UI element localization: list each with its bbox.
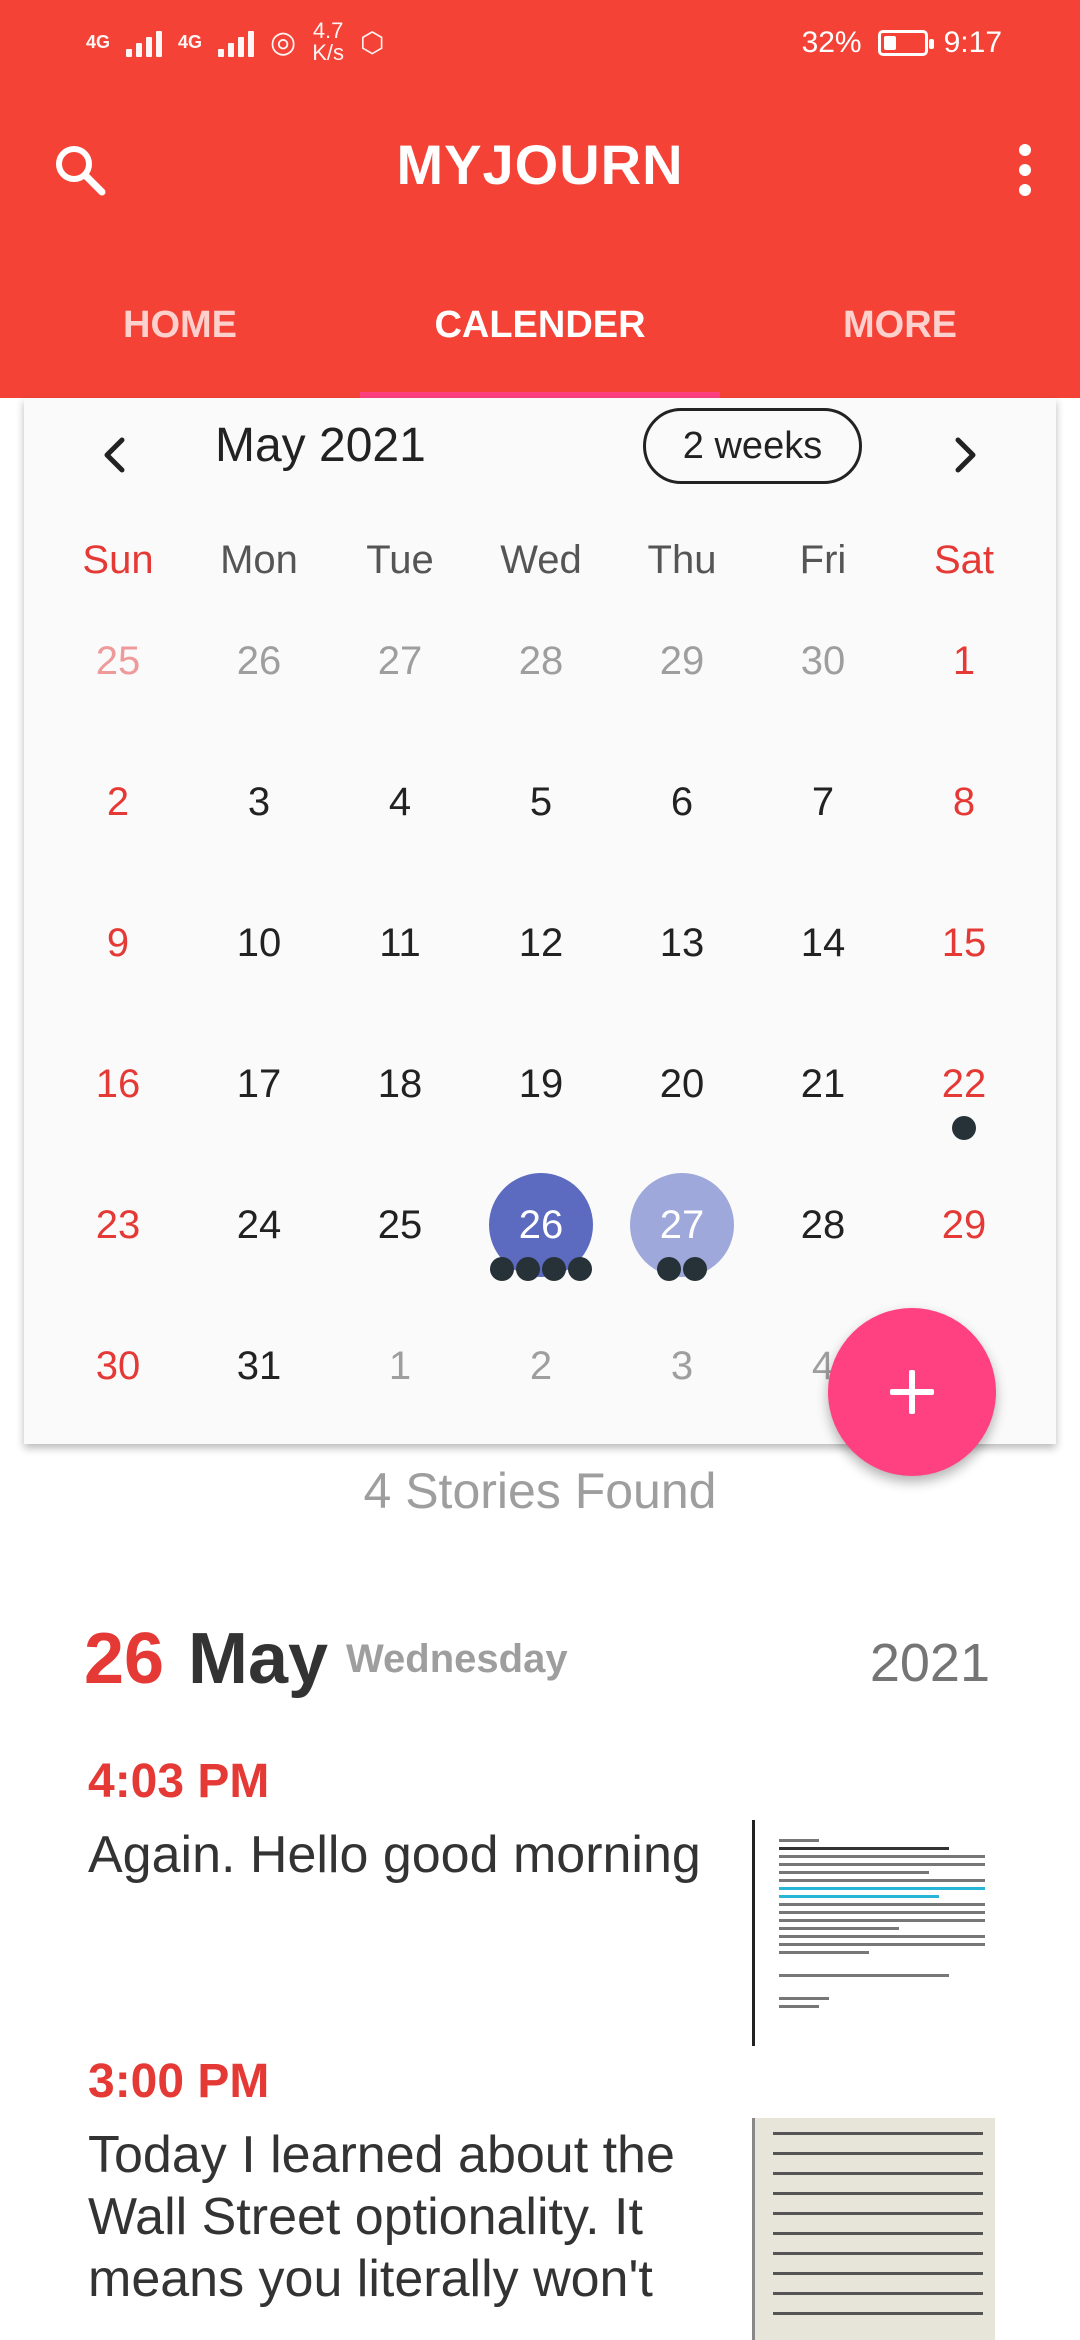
network-label-1: 4G [86,31,111,52]
calendar-day[interactable]: 25 [66,609,170,713]
calendar-day[interactable]: 27 [630,1173,734,1277]
battery-icon [877,30,934,56]
calendar-day[interactable]: 12 [489,891,593,995]
story-indicator-dot [516,1257,540,1281]
calendar-day[interactable]: 2 [66,750,170,854]
calendar-day[interactable]: 15 [912,891,1016,995]
app-title: MYJOURN [396,133,684,196]
calendar-day[interactable]: 7 [771,750,875,854]
weekday-label-sun: Sun [82,538,154,582]
tab-more[interactable]: MORE [720,290,1080,398]
month-label: May 2021 [215,419,426,472]
calendar-day[interactable]: 30 [771,609,875,713]
weekday-label-fri: Fri [799,538,847,582]
chevron-left-icon[interactable] [90,430,140,480]
story-date-year: 2021 [869,1633,990,1693]
story-thumbnail [752,1820,995,2046]
story-indicator-dot [490,1257,514,1281]
calendar-day[interactable]: 11 [348,891,452,995]
story-indicator-dot [568,1257,592,1281]
tab-home[interactable]: HOME [0,290,360,398]
calendar-day[interactable]: 29 [912,1173,1016,1277]
calendar-day[interactable]: 30 [66,1314,170,1418]
calendar-day[interactable]: 26 [207,609,311,713]
story-indicator-dot [542,1257,566,1281]
weekday-label-tue: Tue [366,538,434,582]
weekday-label-wed: Wed [500,538,582,582]
chevron-right-icon[interactable] [940,430,990,480]
stories-count: 4 Stories Found [363,1463,717,1519]
calendar-day[interactable]: 3 [630,1314,734,1418]
calendar-day[interactable]: 14 [771,891,875,995]
status-bar: 4G 4G ◎ 4.7 K/s ⬡ 32% 9:17 [0,0,1080,88]
story-time: 3:00 PM [88,2055,270,2108]
network-label-2: 4G [178,31,203,52]
story-date-weekday: Wednesday [346,1637,568,1681]
calendar-day[interactable]: 28 [489,609,593,713]
tab-bar: HOME CALENDER MORE [0,290,1080,398]
status-left: 4G 4G ◎ 4.7 K/s ⬡ [86,20,384,64]
calendar-day[interactable]: 18 [348,1032,452,1136]
story-time: 4:03 PM [88,1755,270,1808]
weekday-label-mon: Mon [220,538,298,582]
calendar-day[interactable]: 3 [207,750,311,854]
app-notification-icon: ⬡ [360,26,385,58]
speed-unit: K/s [312,40,345,65]
story-text: Again. Hello good morning [88,1826,701,1884]
calendar-day[interactable]: 29 [630,609,734,713]
calendar-day[interactable]: 17 [207,1032,311,1136]
status-right: 32% 9:17 [802,26,1002,60]
story-date-day: 26 [84,1619,165,1699]
weekday-label-thu: Thu [647,538,717,582]
calendar-day[interactable]: 5 [489,750,593,854]
calendar-day[interactable]: 24 [207,1173,311,1277]
calendar-day[interactable]: 10 [207,891,311,995]
story-indicator-dot [952,1116,976,1140]
calendar-day[interactable]: 6 [630,750,734,854]
story-thumbnail [752,2118,995,2340]
calendar-day[interactable]: 27 [348,609,452,713]
calendar-format-button[interactable]: 2 weeks [643,408,862,484]
story-indicator-dot [657,1257,681,1281]
calendar-day[interactable]: 21 [771,1032,875,1136]
speed-value: 4.7 [312,18,344,43]
calendar-day[interactable]: 8 [912,750,1016,854]
clock: 9:17 [943,26,1002,59]
calendar-day[interactable]: 31 [207,1314,311,1418]
calendar-day[interactable]: 25 [348,1173,452,1277]
battery-fill [883,36,896,50]
story-text: Today I learned about the Wall Street op… [88,2126,675,2308]
calendar-day[interactable]: 19 [489,1032,593,1136]
calendar-day[interactable]: 4 [348,750,452,854]
calendar-day[interactable]: 23 [66,1173,170,1277]
hotspot-icon: ◎ [270,25,297,59]
calendar-day[interactable]: 1 [912,609,1016,713]
calendar-day[interactable]: 28 [771,1173,875,1277]
calendar-day[interactable]: 1 [348,1314,452,1418]
calendar-day[interactable]: 20 [630,1032,734,1136]
signal-icon-2 [218,27,255,57]
story-indicator-dot [683,1257,707,1281]
add-story-button[interactable] [828,1308,996,1476]
calendar-day[interactable]: 9 [66,891,170,995]
overflow-menu-icon[interactable] [1010,140,1040,200]
weekday-label-sat: Sat [933,538,995,582]
app-bar: 4G 4G ◎ 4.7 K/s ⬡ 32% 9:17 MYJOURN HOME … [0,0,1080,398]
battery-percent: 32% [801,26,862,59]
story-date-month: May [188,1619,329,1699]
calendar-day[interactable]: 16 [66,1032,170,1136]
network-speed: 4.7 K/s [312,20,344,64]
calendar-day[interactable]: 2 [489,1314,593,1418]
calendar-day[interactable]: 13 [630,891,734,995]
signal-icon [126,27,163,57]
tab-calender[interactable]: CALENDER [360,290,720,398]
